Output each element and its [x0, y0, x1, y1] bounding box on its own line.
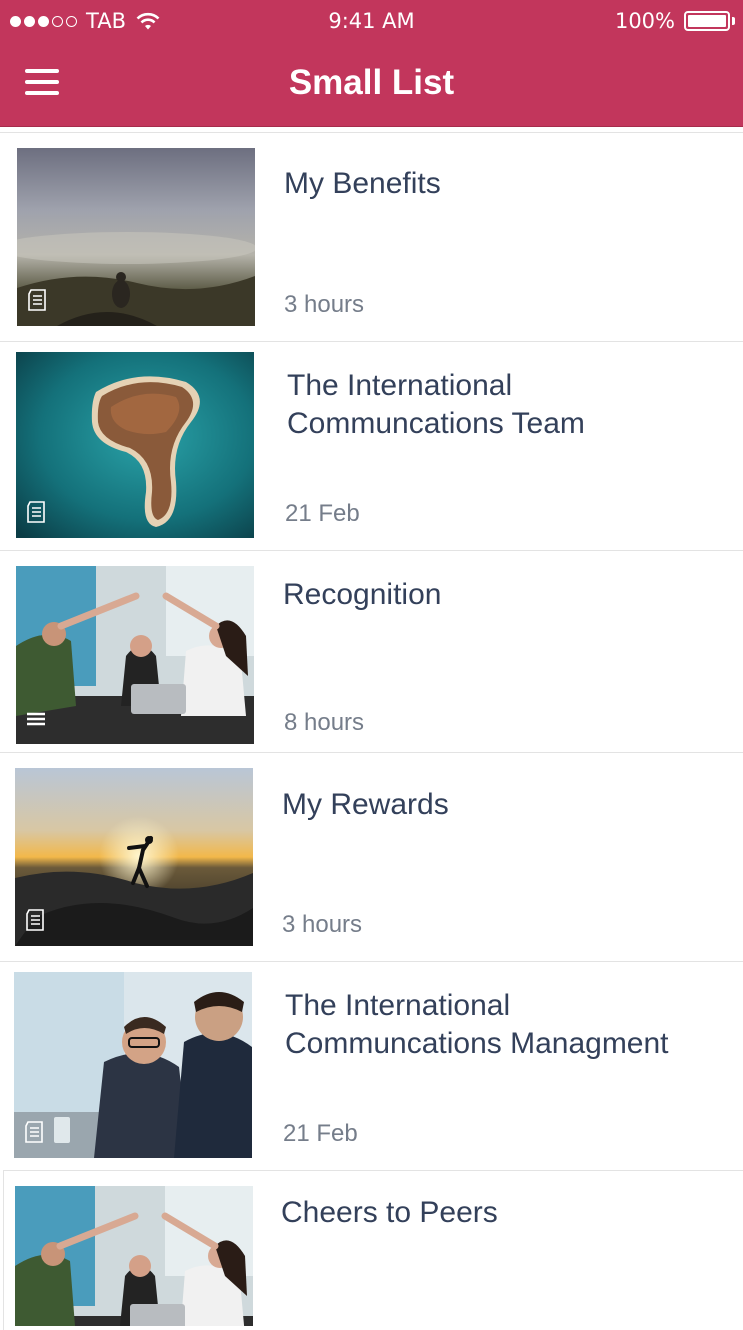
- article-icon: [28, 289, 46, 311]
- list-item[interactable]: My Rewards 3 hours: [0, 752, 743, 962]
- item-time: 8 hours: [284, 709, 365, 736]
- item-time: 21 Feb: [283, 1120, 358, 1147]
- status-bar: TAB 9:41 AM 100%: [0, 0, 743, 42]
- article-icon: [27, 501, 45, 523]
- item-thumbnail: [14, 972, 252, 1158]
- skatepark-sunset-photo: [15, 768, 253, 946]
- item-title: Recognition: [283, 578, 442, 611]
- item-title: The International Communcations Managmen…: [285, 989, 669, 1060]
- item-title: My Benefits: [284, 167, 441, 200]
- battery-icon: [684, 11, 730, 31]
- article-icon: [25, 1121, 43, 1143]
- item-title: The International Communcations Team: [287, 369, 585, 440]
- item-thumbnail: [17, 148, 255, 326]
- item-thumbnail: [15, 1186, 253, 1326]
- list-item[interactable]: Cheers to Peers: [3, 1170, 743, 1330]
- item-thumbnail: [15, 768, 253, 946]
- list-item[interactable]: The International Communcations Managmen…: [0, 961, 743, 1171]
- list-item[interactable]: The International Communcations Team 21 …: [0, 341, 743, 551]
- app-header: TAB 9:41 AM 100% Small List: [0, 0, 743, 127]
- item-time: 21 Feb: [285, 500, 360, 527]
- page-title: Small List: [288, 63, 455, 102]
- item-thumbnail: [16, 352, 254, 538]
- island-aerial-photo: [16, 352, 254, 538]
- item-time: 3 hours: [282, 911, 363, 938]
- item-time: 3 hours: [284, 291, 365, 318]
- item-thumbnail: [16, 566, 254, 744]
- article-icon: [26, 909, 44, 931]
- battery-percent: 100%: [614, 9, 675, 33]
- list-icon: [27, 712, 45, 726]
- team-high-five-photo: [15, 1186, 253, 1326]
- team-high-five-photo: [16, 566, 254, 744]
- item-title: My Rewards: [282, 788, 449, 821]
- foggy-mountain-photo: [17, 148, 255, 326]
- battery-tip: [732, 17, 735, 25]
- list-item[interactable]: My Benefits 3 hours: [0, 132, 743, 342]
- list-item[interactable]: Recognition 8 hours: [0, 550, 743, 753]
- item-title: Cheers to Peers: [281, 1196, 498, 1229]
- business-meeting-photo: [14, 972, 252, 1158]
